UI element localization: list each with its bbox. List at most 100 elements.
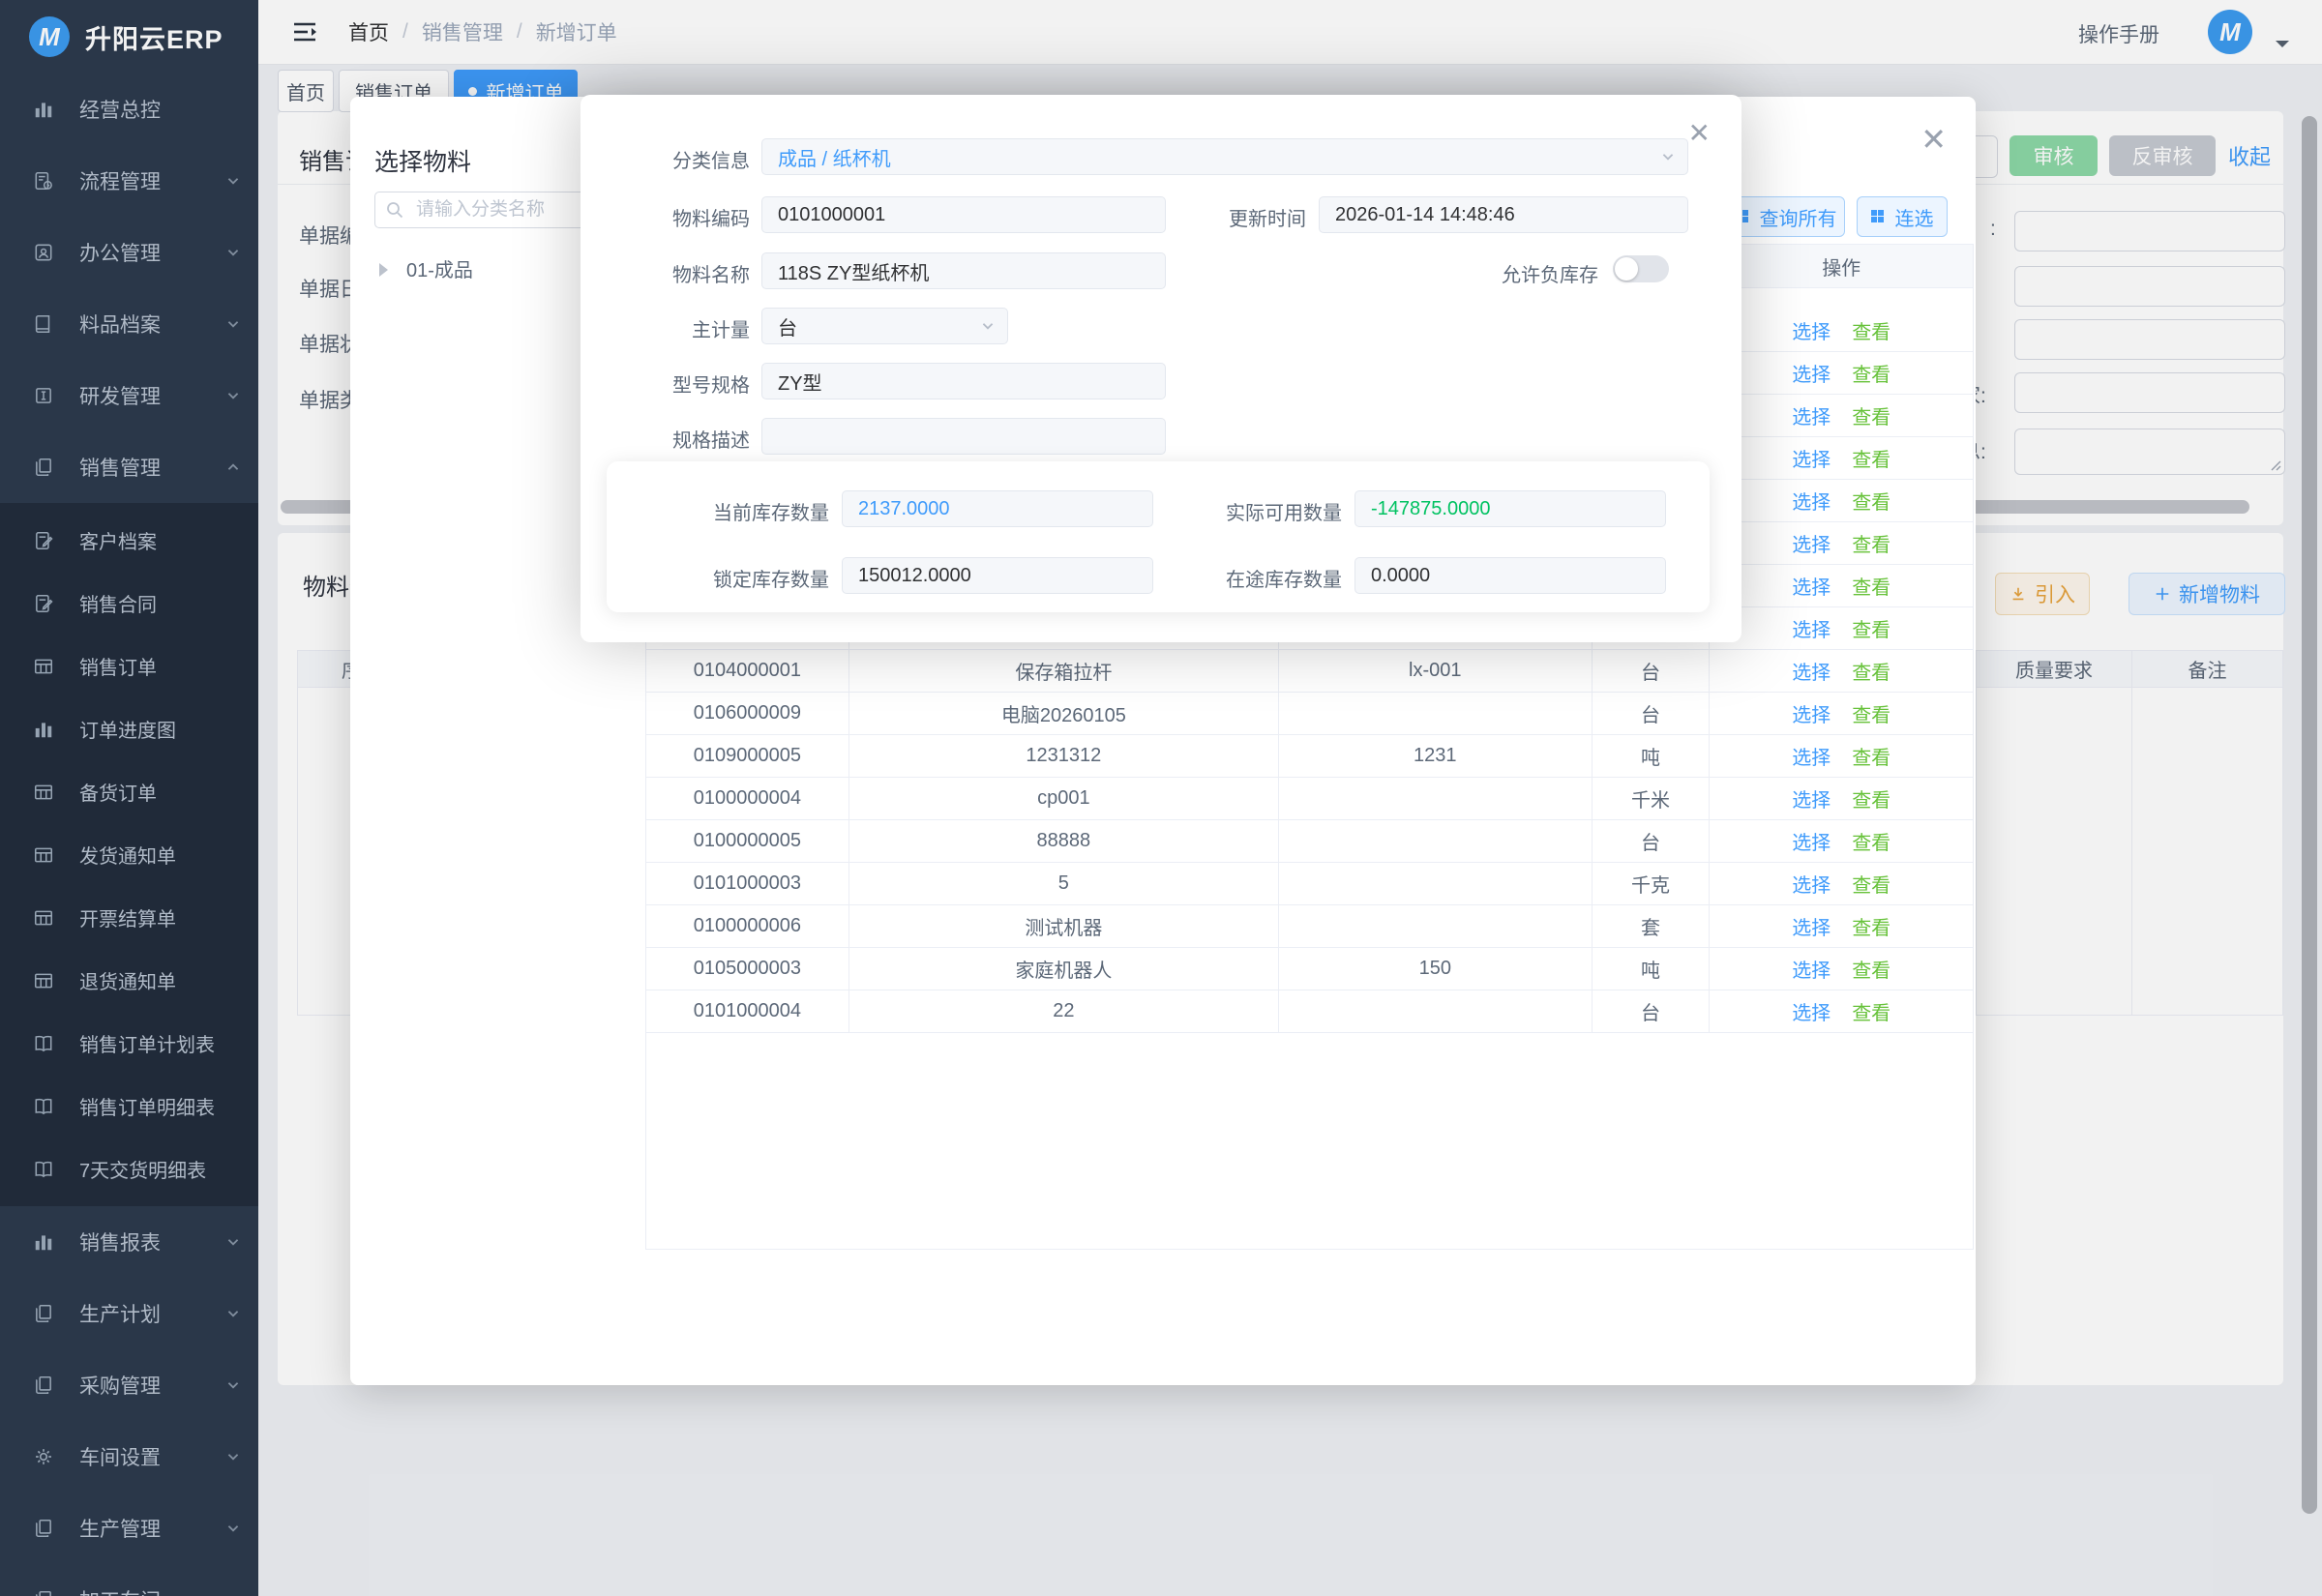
name-value: 118S ZY型纸杯机 — [778, 257, 929, 285]
select-link[interactable]: 选择 — [1792, 401, 1831, 429]
available-stock-input[interactable]: -147875.0000 — [1354, 490, 1666, 527]
erp-app: M 升阳云ERP 经营总控流程管理办公管理料品档案研发管理销售管理 客户档案销售… — [0, 0, 2322, 1596]
category-select[interactable]: 成品 / 纸杯机 — [761, 138, 1688, 175]
table-cell: 0104000001 — [646, 650, 849, 692]
table-cell: 150 — [1279, 948, 1593, 990]
select-link[interactable]: 选择 — [1792, 955, 1831, 983]
locked-stock-input[interactable]: 150012.0000 — [842, 557, 1153, 594]
view-link[interactable]: 查看 — [1852, 529, 1890, 557]
code-input[interactable]: 0101000001 — [761, 196, 1166, 233]
select-link[interactable]: 选择 — [1792, 997, 1831, 1025]
tree-node-label: 01-成品 — [406, 254, 473, 282]
select-link[interactable]: 选择 — [1792, 529, 1831, 557]
table-cell: 0109000005 — [646, 735, 849, 777]
table-cell — [1279, 693, 1593, 734]
table-cell-actions: 选择查看 — [1710, 735, 1973, 777]
table-cell: 台 — [1593, 990, 1711, 1032]
table-cell-actions: 选择查看 — [1710, 778, 1973, 819]
view-link[interactable]: 查看 — [1852, 997, 1890, 1025]
table-cell — [1279, 990, 1593, 1032]
category-label: 分类信息 — [595, 145, 750, 173]
view-link[interactable]: 查看 — [1852, 359, 1890, 387]
negative-stock-toggle[interactable] — [1613, 255, 1669, 282]
locked-stock-label: 锁定库存数量 — [645, 564, 829, 592]
table-cell: 操作 — [1710, 245, 1973, 287]
spec-input[interactable] — [761, 418, 1166, 455]
table-cell: 套 — [1593, 905, 1711, 947]
table-cell: 1231312 — [849, 735, 1279, 777]
table-row: 0104000001保存箱拉杆lx-001台选择查看 — [646, 650, 1973, 693]
view-link[interactable]: 查看 — [1852, 316, 1890, 344]
multi-select-button[interactable]: 连选 — [1857, 196, 1948, 237]
table-cell: 22 — [849, 990, 1279, 1032]
view-link[interactable]: 查看 — [1852, 572, 1890, 600]
table-cell: 0100000004 — [646, 778, 849, 819]
transit-stock-input[interactable]: 0.0000 — [1354, 557, 1666, 594]
select-link[interactable]: 选择 — [1792, 657, 1831, 685]
close-icon[interactable]: ✕ — [1920, 124, 1947, 155]
select-link[interactable]: 选择 — [1792, 870, 1831, 898]
view-link[interactable]: 查看 — [1852, 742, 1890, 770]
unit-value: 台 — [778, 312, 797, 340]
table-cell: 测试机器 — [849, 905, 1279, 947]
select-link[interactable]: 选择 — [1792, 487, 1831, 515]
table-cell — [1279, 778, 1593, 819]
table-cell: cp001 — [849, 778, 1279, 819]
unit-select[interactable]: 台 — [761, 308, 1008, 344]
code-label: 物料编码 — [595, 203, 750, 231]
view-link[interactable]: 查看 — [1852, 401, 1890, 429]
view-link[interactable]: 查看 — [1852, 827, 1890, 855]
updated-label: 更新时间 — [1180, 203, 1306, 231]
select-link[interactable]: 选择 — [1792, 784, 1831, 813]
view-link[interactable]: 查看 — [1852, 912, 1890, 940]
tree-node-finished-goods[interactable]: 01-成品 — [379, 254, 473, 282]
view-link[interactable]: 查看 — [1852, 870, 1890, 898]
updated-value: 2026-01-14 14:48:46 — [1335, 204, 1515, 226]
select-link[interactable]: 选择 — [1792, 912, 1831, 940]
name-input[interactable]: 118S ZY型纸杯机 — [761, 252, 1166, 289]
current-stock-input[interactable]: 2137.0000 — [842, 490, 1153, 527]
table-cell: 台 — [1593, 820, 1711, 862]
query-all-button[interactable]: 查询所有 — [1727, 196, 1845, 237]
select-link[interactable]: 选择 — [1792, 614, 1831, 642]
table-cell: 0100000006 — [646, 905, 849, 947]
code-value: 0101000001 — [778, 204, 885, 226]
model-label: 型号规格 — [595, 369, 750, 398]
table-row: 0100000006测试机器 套 选择查看 — [646, 905, 1973, 948]
table-cell-actions: 选择查看 — [1710, 693, 1973, 734]
select-link[interactable]: 选择 — [1792, 359, 1831, 387]
spec-label: 规格描述 — [595, 425, 750, 453]
available-stock-label: 实际可用数量 — [1158, 497, 1342, 525]
view-link[interactable]: 查看 — [1852, 487, 1890, 515]
table-cell: 0105000003 — [646, 948, 849, 990]
model-value: ZY型 — [778, 368, 822, 396]
table-cell: 吨 — [1593, 948, 1711, 990]
table-cell-actions: 选择查看 — [1710, 863, 1973, 904]
table-cell: 5 — [849, 863, 1279, 904]
table-cell: 0100000005 — [646, 820, 849, 862]
tree-caret-icon[interactable] — [379, 263, 395, 277]
table-row: 010100000422台选择查看 — [646, 990, 1973, 1033]
select-link[interactable]: 选择 — [1792, 742, 1831, 770]
name-label: 物料名称 — [595, 259, 750, 287]
locked-stock-value: 150012.0000 — [858, 565, 971, 587]
table-cell-actions: 选择查看 — [1710, 948, 1973, 990]
view-link[interactable]: 查看 — [1852, 699, 1890, 727]
close-icon[interactable]: ✕ — [1688, 120, 1711, 147]
model-input[interactable]: ZY型 — [761, 363, 1166, 399]
view-link[interactable]: 查看 — [1852, 657, 1890, 685]
view-link[interactable]: 查看 — [1852, 444, 1890, 472]
table-cell-actions: 选择查看 — [1710, 565, 1973, 606]
table-cell-actions: 选择查看 — [1710, 437, 1973, 479]
negative-stock-label: 允许负库存 — [1473, 259, 1598, 287]
view-link[interactable]: 查看 — [1852, 955, 1890, 983]
view-link[interactable]: 查看 — [1852, 614, 1890, 642]
select-link[interactable]: 选择 — [1792, 316, 1831, 344]
table-cell — [1279, 863, 1593, 904]
select-link[interactable]: 选择 — [1792, 444, 1831, 472]
select-link[interactable]: 选择 — [1792, 699, 1831, 727]
view-link[interactable]: 查看 — [1852, 784, 1890, 813]
updated-input[interactable]: 2026-01-14 14:48:46 — [1319, 196, 1688, 233]
select-link[interactable]: 选择 — [1792, 827, 1831, 855]
select-link[interactable]: 选择 — [1792, 572, 1831, 600]
